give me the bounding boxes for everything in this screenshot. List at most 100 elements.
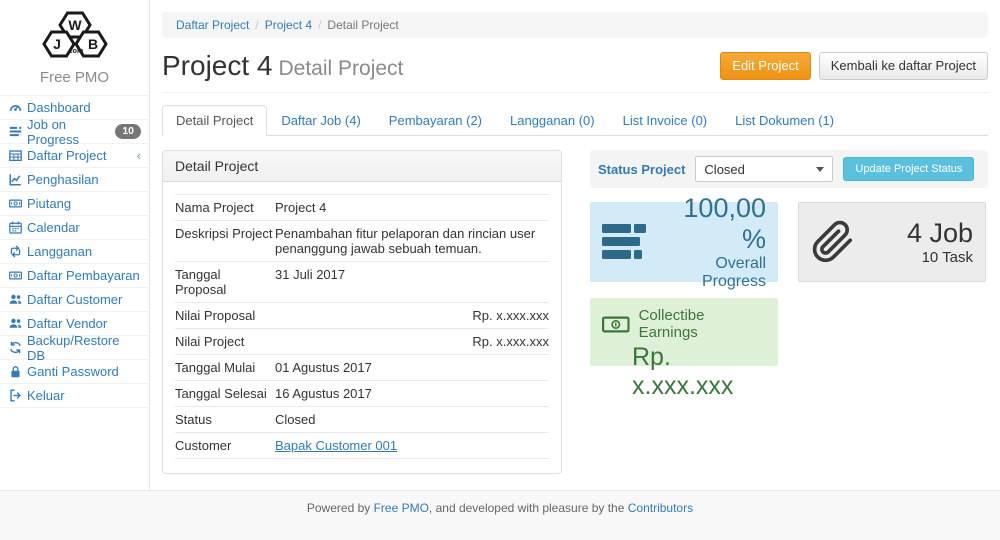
sidebar-item-label: Ganti Password <box>27 364 119 379</box>
table-row: Nama Project Project 4 <box>175 195 549 221</box>
stats-row: 100,00 % Overall Progress 4 Job 10 Task <box>590 202 988 282</box>
main-content: Daftar Project/Project 4/Detail Project … <box>150 0 1000 490</box>
logo-suffix: .com <box>66 48 82 55</box>
table-row: Status Closed <box>175 407 549 433</box>
brand-name: Free PMO <box>0 69 149 86</box>
sidebar-item-backup-restore-db[interactable]: Backup/Restore DB <box>0 336 149 360</box>
sidebar-item-langganan[interactable]: Langganan <box>0 240 149 264</box>
customer-link[interactable]: Bapak Customer 001 <box>275 438 397 453</box>
chevron-left-icon: ‹ <box>137 150 141 162</box>
tab-list-invoice[interactable]: List Invoice (0) <box>609 105 722 136</box>
money-icon <box>8 269 22 283</box>
collectible-earnings-card: Collectibe Earnings Rp. x.xxx.xxx <box>590 298 778 366</box>
page-header: Project 4Detail Project Edit Project Kem… <box>162 50 988 82</box>
sidebar-item-calendar[interactable]: Calendar <box>0 216 149 240</box>
back-to-project-list-button[interactable]: Kembali ke daftar Project <box>819 52 988 80</box>
row-value: 16 Agustus 2017 <box>275 381 549 407</box>
sidebar-item-label: Dashboard <box>27 100 91 115</box>
lock-icon <box>8 365 22 379</box>
status-project-label: Status Project <box>598 162 685 177</box>
free-pmo-link[interactable]: Free PMO <box>374 501 429 515</box>
paperclip-icon <box>811 220 855 264</box>
breadcrumb-link-daftar-project[interactable]: Daftar Project <box>176 18 249 32</box>
breadcrumb: Daftar Project/Project 4/Detail Project <box>162 12 988 38</box>
breadcrumb-current: Detail Project <box>327 18 398 32</box>
row-label: Nilai Project <box>175 329 275 355</box>
users-icon <box>8 293 22 307</box>
footer-text: Powered by <box>307 501 374 515</box>
sidebar-item-label: Daftar Vendor <box>27 316 107 331</box>
sidebar-item-label: Daftar Pembayaran <box>27 268 140 283</box>
logo-letter-j: J <box>53 36 61 52</box>
job-count-badge: 10 <box>115 124 141 139</box>
panel-body: Nama Project Project 4 Deskripsi Project… <box>163 182 561 473</box>
tab-detail-project[interactable]: Detail Project <box>162 105 267 136</box>
job-task-card: 4 Job 10 Task <box>798 202 986 282</box>
progress-label: Overall Progress <box>656 255 766 291</box>
overall-progress-card: 100,00 % Overall Progress <box>590 202 778 282</box>
calendar-icon <box>8 221 22 235</box>
tab-list-dokumen[interactable]: List Dokumen (1) <box>721 105 848 136</box>
row-label: Nilai Proposal <box>175 303 275 329</box>
table-row: Tanggal Mulai 01 Agustus 2017 <box>175 355 549 381</box>
tab-langganan[interactable]: Langganan (0) <box>496 105 609 136</box>
table-icon <box>8 149 22 163</box>
sidebar-item-daftar-project[interactable]: Daftar Project ‹ <box>0 144 149 168</box>
users-icon <box>8 317 22 331</box>
row-value: Project 4 <box>275 195 549 221</box>
brand-logo: W J B .com Free PMO <box>0 0 149 96</box>
row-value: Rp. x.xxx.xxx <box>275 303 549 329</box>
sidebar-item-label: Penghasilan <box>27 172 99 187</box>
row-value: Rp. x.xxx.xxx <box>275 329 549 355</box>
header-divider <box>162 92 988 93</box>
earnings-value: Rp. x.xxx.xxx <box>602 343 766 401</box>
tab-bar: Detail Project Daftar Job (4) Pembayaran… <box>162 105 988 136</box>
tab-daftar-job[interactable]: Daftar Job (4) <box>267 105 374 136</box>
sidebar-item-daftar-customer[interactable]: Daftar Customer <box>0 288 149 312</box>
money-icon <box>8 197 22 211</box>
table-row: Tanggal Selesai 16 Agustus 2017 <box>175 381 549 407</box>
logo-letter-w: W <box>68 17 82 33</box>
table-row: Tanggal Proposal 31 Juli 2017 <box>175 262 549 303</box>
sidebar-item-label: Backup/Restore DB <box>27 333 141 363</box>
sidebar-item-penghasilan[interactable]: Penghasilan <box>0 168 149 192</box>
edit-project-button[interactable]: Edit Project <box>720 52 810 80</box>
table-row: Deskripsi Project Penambahan fitur pelap… <box>175 221 549 262</box>
dashboard-icon <box>8 101 22 115</box>
page-subtitle: Detail Project <box>279 57 404 80</box>
row-value: 01 Agustus 2017 <box>275 355 549 381</box>
task-count: 10 Task <box>865 249 973 266</box>
sign-out-icon <box>8 389 22 403</box>
row-label: Customer <box>175 433 275 459</box>
sidebar-item-job-on-progress[interactable]: Job on Progress 10 <box>0 120 149 144</box>
status-project-bar: Status Project Closed Update Project Sta… <box>590 150 988 188</box>
row-label: Tanggal Proposal <box>175 262 275 303</box>
sidebar-item-piutang[interactable]: Piutang <box>0 192 149 216</box>
line-chart-icon <box>8 173 22 187</box>
row-value: 31 Juli 2017 <box>275 262 549 303</box>
sidebar-item-label: Calendar <box>27 220 80 235</box>
sidebar-item-label: Daftar Project <box>27 148 106 163</box>
earnings-label: Collectibe Earnings <box>639 307 766 341</box>
breadcrumb-link-project-4[interactable]: Project 4 <box>265 18 312 32</box>
sidebar-item-ganti-password[interactable]: Ganti Password <box>0 360 149 384</box>
update-project-status-button[interactable]: Update Project Status <box>843 157 974 181</box>
sidebar-item-label: Job on Progress <box>27 117 110 147</box>
sidebar-item-keluar[interactable]: Keluar <box>0 384 149 408</box>
tasks-stack-icon <box>602 224 646 260</box>
tab-pembayaran[interactable]: Pembayaran (2) <box>375 105 496 136</box>
sidebar-item-daftar-pembayaran[interactable]: Daftar Pembayaran <box>0 264 149 288</box>
breadcrumb-separator: / <box>249 18 264 32</box>
app-window: W J B .com Free PMO Dashboard Job on Pro… <box>0 0 1000 490</box>
sidebar-item-label: Piutang <box>27 196 71 211</box>
row-label: Status <box>175 407 275 433</box>
header-actions: Edit Project Kembali ke daftar Project <box>720 52 988 80</box>
status-select[interactable]: Closed <box>695 156 833 182</box>
right-column: Status Project Closed Update Project Sta… <box>590 150 988 474</box>
breadcrumb-separator: / <box>312 18 327 32</box>
tasks-icon <box>8 125 22 139</box>
contributors-link[interactable]: Contributors <box>628 501 693 515</box>
caret-down-icon <box>816 167 824 172</box>
table-row: Nilai Proposal Rp. x.xxx.xxx <box>175 303 549 329</box>
sidebar-menu: Dashboard Job on Progress 10 Daftar Proj… <box>0 96 149 408</box>
